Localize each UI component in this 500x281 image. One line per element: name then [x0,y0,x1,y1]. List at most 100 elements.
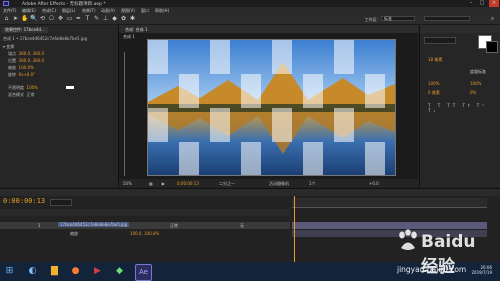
zoom-tool-icon[interactable]: 🔍 [30,15,37,22]
prop-label: 位置 [8,58,16,63]
hand-tool-icon[interactable]: ✋ [21,15,28,22]
prop-label: 旋转 [8,72,16,77]
prop-label: 锚点 [8,51,16,56]
resolution-select[interactable]: 二分之一 [219,181,235,187]
blend-mode-select[interactable]: 正常 [27,92,35,97]
prop-row-opacity: 不透明度 100% [8,85,38,91]
composition-panel: 合成: 合成 1 合成 1 50% ▦ ◉ 0:00:00:13 二分之一 活动… [119,25,418,187]
camera-tool-icon[interactable]: ⎔ [48,15,55,22]
baseline-shift-value[interactable]: 0 像素 [428,90,440,96]
color-swatch[interactable] [66,86,74,89]
views-count-select[interactable]: 1个 [309,181,316,187]
prop-value[interactable]: 0x+0.0° [19,72,36,77]
text-tool-icon[interactable]: T [84,15,91,22]
app-icon-1[interactable]: ◐ [25,264,40,279]
layer-name: 合成 1 • 17bce4d6452c7e6e8e8e7be5.jpg [3,36,88,41]
layer-parent[interactable]: 无 [240,223,244,229]
time-ruler[interactable] [292,198,487,208]
prop-label: 缩放 [8,65,16,70]
prop-row-blend: 混合模式 正常 [8,92,35,98]
prop-value[interactable]: 100.0% [19,65,34,70]
browser-icon[interactable]: ● [68,264,83,279]
ae-app-icon [3,1,9,6]
tracking-select[interactable]: 度量标准 [470,69,486,75]
prop-label: 混合模式 [8,92,24,97]
prop-row-position: 位置 360.0, 360.0 [8,58,44,64]
start-icon[interactable]: ⊞ [2,264,17,279]
pan-behind-tool-icon[interactable]: ✥ [57,15,64,22]
layer-mode[interactable]: 正常 [170,223,178,229]
character-panel: 18 像素 度量标准 100% 100% 0 像素 0% T T TT Tt T… [419,25,500,187]
font-family-select[interactable] [424,37,456,44]
search-help-input[interactable] [424,16,470,21]
stroke-color-swatch[interactable] [486,41,498,53]
timeline-search-input[interactable] [50,199,72,206]
horizontal-scale-value[interactable]: 100% [470,81,481,86]
close-icon[interactable]: × [489,0,499,7]
eraser-tool-icon[interactable]: ◆ [111,15,118,22]
brush-tool-icon[interactable]: ✎ [93,15,100,22]
workspace-label: 工作区: [364,17,378,22]
property-label: 缩放 [70,231,78,236]
property-row: 缩放 100.0, 100.0% [0,230,290,237]
app-icon-2[interactable]: ▶ [90,264,105,279]
prop-row-scale: 缩放 100.0% [8,65,34,71]
maximize-icon[interactable]: □ [477,0,487,7]
prop-value[interactable]: 360.0, 360.0 [19,58,44,63]
effect-controls-tab[interactable]: 效果控件: 17bce4d... [2,27,48,33]
transform-section[interactable]: ▾ 变换 [3,44,14,50]
puppet-tool-icon[interactable]: ✱ [129,15,136,22]
rotate-tool-icon[interactable]: ⟲ [39,15,46,22]
baidu-paw-icon [399,229,417,250]
folder-icon[interactable]: ▇ [47,264,62,279]
section-label: 变换 [6,44,15,49]
prop-row-anchor: 锚点 360.0, 360.0 [8,51,44,57]
column-headers [0,209,290,216]
timeline-header [0,189,500,196]
composition-viewer[interactable] [147,39,396,176]
layer-index: 1 [38,223,41,228]
menu-bar: 文件(F) 编辑(E) 合成(C) 图层(L) 效果(T) 动画(A) 视图(V… [0,7,500,14]
font-size-value[interactable]: 18 像素 [428,57,442,63]
tsume-value[interactable]: 0% [470,90,476,95]
tools-toolbar: ⌂ ➤ ✋ 🔍 ⟲ ⎔ ✥ ▭ ✒ T ✎ ⊥ ◆ ✿ ✱ 工作区: 标准 ⌕ [0,14,500,25]
layer-row[interactable]: 1 17bce4d6452c7e6e8e8e7be5.jpg 正常 无 [0,222,290,229]
guide-line [124,52,125,176]
exposure-value[interactable]: +0.0 [369,181,379,186]
home-icon[interactable]: ⌂ [3,15,10,22]
view-select[interactable]: 活动摄像机 [269,181,289,187]
baidu-watermark: Baidu 经验 jingyan.baidu.com [377,227,487,279]
prop-label: 不透明度 [8,85,24,90]
selection-tool-icon[interactable]: ➤ [12,15,19,22]
clone-tool-icon[interactable]: ⊥ [102,15,109,22]
grid-icon[interactable]: ▦ [149,181,153,186]
layer-name[interactable]: 17bce4d6452c7e6e8e8e7be5.jpg [58,222,130,227]
zoom-select[interactable]: 50% [123,181,132,186]
after-effects-icon[interactable]: Ae [135,264,152,281]
app-icon-3[interactable]: ◆ [112,264,127,279]
watermark-url: jingyan.baidu.com [397,265,467,274]
prop-value[interactable]: 100% [27,85,38,90]
playhead[interactable] [294,196,295,262]
minimize-icon[interactable]: – [466,0,476,7]
current-time[interactable]: 0:00:00:13 [177,181,199,186]
roto-tool-icon[interactable]: ✿ [120,15,127,22]
workspace-select[interactable]: 标准 [381,16,415,21]
landscape-image [148,40,395,175]
rectangle-tool-icon[interactable]: ▭ [66,15,73,22]
prop-value[interactable]: 360.0, 360.0 [19,51,44,56]
pen-tool-icon[interactable]: ✒ [75,15,82,22]
timeline-timecode[interactable]: 0:00:00:13 [3,197,45,205]
text-style-buttons[interactable]: T T TT Tt T¹ T₁ [428,103,500,113]
title-bar: Adobe After Effects - 无标题项目.aep * – □ × [0,0,500,7]
search-icon[interactable]: ⌕ [489,15,496,22]
effect-controls-panel: 效果控件: 17bce4d... 合成 1 • 17bce4d6452c7e6e… [0,25,119,187]
comp-tab-bar: 合成: 合成 1 [119,25,418,33]
camera-snapshot-icon[interactable]: ◉ [161,181,165,186]
panel-header [420,25,500,33]
prop-row-rotation: 旋转 0x+0.0° [8,72,35,78]
comp-breadcrumb[interactable]: 合成 1 [123,34,135,40]
comp-tab[interactable]: 合成: 合成 1 [125,27,147,33]
property-value[interactable]: 100.0, 100.0% [130,231,159,236]
vertical-scale-value[interactable]: 100% [428,81,439,86]
